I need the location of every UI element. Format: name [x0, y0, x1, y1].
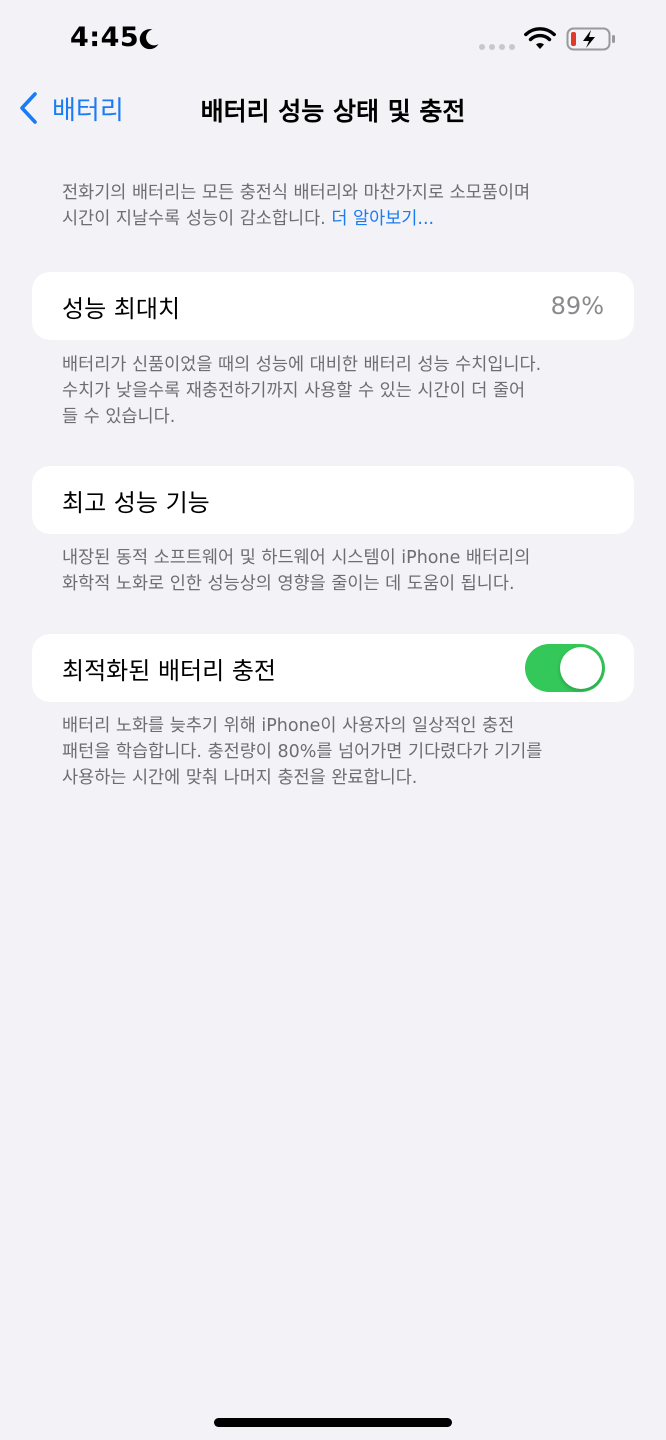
- battery-charging-icon: [566, 27, 615, 51]
- max-capacity-footer: 배터리가 신품이었을 때의 성능에 대비한 배터리 성능 수치입니다. 수치가 …: [62, 355, 542, 427]
- wifi-icon: [524, 27, 556, 49]
- learn-more-link[interactable]: 더 알아보기...: [331, 209, 434, 229]
- page-title: 배터리 성능 상태 및 충전: [200, 97, 466, 126]
- optimized-charging-row: 최적화된 배터리 충전: [32, 634, 634, 702]
- max-capacity-row: 성능 최대치 89%: [32, 272, 634, 340]
- toggle-knob: [560, 647, 602, 689]
- peak-performance-label: 최고 성능 기능: [62, 488, 210, 517]
- signal-dots-icon: [479, 44, 515, 50]
- optimized-charging-footer: 배터리 노화를 늦추기 위해 iPhone이 사용자의 일상적인 충전 패턴을 …: [62, 716, 543, 788]
- home-indicator[interactable]: [214, 1418, 452, 1427]
- optimized-charging-label: 최적화된 배터리 충전: [62, 656, 276, 685]
- peak-performance-row: 최고 성능 기능: [32, 466, 634, 534]
- status-bar: 4:45: [0, 0, 666, 80]
- status-time: 4:45: [70, 22, 140, 53]
- peak-performance-footer: 내장된 동적 소프트웨어 및 하드웨어 시스템이 iPhone 배터리의 화학적…: [62, 548, 531, 594]
- moon-icon: [139, 29, 159, 50]
- intro-text: 전화기의 배터리는 모든 충전식 배터리와 마찬가지로 소모품이며 시간이 지날…: [62, 183, 531, 229]
- max-capacity-label: 성능 최대치: [62, 294, 181, 323]
- optimized-charging-toggle[interactable]: [525, 644, 605, 692]
- max-capacity-value: 89%: [550, 292, 604, 320]
